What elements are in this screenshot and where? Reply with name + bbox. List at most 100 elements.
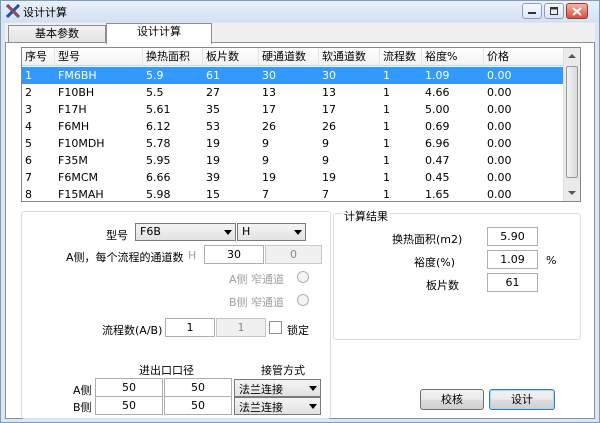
model-suffix-select[interactable]: H (237, 223, 306, 241)
col-passes[interactable]: 流程数 (380, 48, 422, 66)
table-cell: 27 (206, 86, 220, 99)
table-cell: 9 (322, 154, 329, 167)
a-side-label: A侧 (73, 384, 92, 397)
col-model[interactable]: 型号 (55, 48, 143, 66)
table-row[interactable]: 1 FM6BH 5.9 61 30 30 1 1.09 0.00 (22, 67, 564, 84)
results-table[interactable]: 序号 型号 换热面积 板片数 硬通道数 软通道数 流程数 裕度% 价格 1 FM6… (21, 47, 581, 202)
table-cell: F17H (58, 103, 87, 116)
area-value: 5.90 (500, 230, 525, 243)
margin-value: 1.09 (500, 253, 525, 266)
chevron-down-icon (309, 404, 317, 409)
table-row[interactable]: 2 F10BH 5.5 27 13 13 1 4.66 0.00 (22, 84, 564, 101)
table-cell: 1 (383, 86, 390, 99)
table-cell: 9 (262, 137, 269, 150)
table-cell: 53 (206, 120, 220, 133)
model-suffix-value: H (242, 225, 251, 238)
port-size-label: 进出口口径 (139, 364, 194, 377)
scroll-up-button[interactable] (564, 48, 580, 65)
table-cell: 0.00 (487, 137, 512, 150)
params-group: 型号 F6B H A侧，每个流程的通道数 H 30 0 A侧 窄通道 B侧 窄通… (21, 211, 331, 419)
scroll-thumb[interactable] (566, 66, 578, 178)
table-cell: 4 (25, 120, 32, 133)
b-inlet-value: 50 (122, 399, 136, 412)
table-cell: 1 (25, 69, 32, 82)
channels-input-secondary-value: 0 (290, 248, 297, 261)
b-inlet-input[interactable]: 50 (95, 396, 163, 415)
table-row[interactable]: 7 F6MCM 6.66 39 19 19 1 0.45 0.00 (22, 169, 564, 186)
table-row[interactable]: 5 F10MDH 5.78 19 9 9 1 6.96 0.00 (22, 135, 564, 152)
minimize-button[interactable] (522, 3, 542, 19)
table-cell: 3 (25, 103, 32, 116)
passes-b-value: 1 (237, 321, 245, 334)
scroll-down-button[interactable] (564, 184, 580, 201)
table-cell: 1.65 (425, 188, 450, 201)
table-cell: 1 (383, 188, 390, 201)
channels-input[interactable]: 30 (204, 245, 264, 264)
table-cell: 5.00 (425, 103, 450, 116)
lock-label: 锁定 (287, 324, 309, 337)
table-cell: 15 (206, 188, 220, 201)
margin-output: 1.09 (487, 250, 538, 269)
table-cell: 1 (383, 137, 390, 150)
close-button[interactable] (566, 3, 588, 19)
pipe-connection-label: 接管方式 (261, 364, 305, 377)
table-cell: 17 (262, 103, 276, 116)
table-cell: 5.95 (146, 154, 171, 167)
table-cell: 0.00 (487, 120, 512, 133)
b-side-label: B侧 (73, 401, 92, 414)
tab-basic-params[interactable]: 基本参数 (8, 25, 106, 43)
close-icon (572, 7, 582, 16)
margin-label: 裕度(%) (414, 256, 456, 269)
passes-label: 流程数(A/B) (102, 324, 163, 337)
tab-design-calc[interactable]: 设计计算 (106, 23, 212, 44)
col-plates[interactable]: 板片数 (203, 48, 259, 66)
table-cell: 1 (383, 171, 390, 184)
table-cell: 19 (206, 154, 220, 167)
channels-input-secondary: 0 (265, 245, 322, 264)
table-row[interactable]: 6 F35M 5.95 19 9 9 1 0.47 0.00 (22, 152, 564, 169)
table-cell: 0.00 (487, 69, 512, 82)
b-side-narrow-label: B侧 窄通道 (229, 296, 285, 309)
table-row[interactable]: 3 F17H 5.61 35 17 17 1 5.00 0.00 (22, 101, 564, 118)
app-window: 设计计算 基本参数 设计计算 序号 型号 换热面积 板片数 硬通道数 软通道数 … (0, 0, 600, 423)
passes-a-value: 1 (186, 321, 194, 334)
table-cell: 1 (383, 103, 390, 116)
col-area[interactable]: 换热面积 (143, 48, 203, 66)
table-cell: 0.00 (487, 154, 512, 167)
table-cell: F15MAH (58, 188, 104, 201)
col-soft-channels[interactable]: 软通道数 (319, 48, 380, 66)
table-cell: F10MDH (58, 137, 105, 150)
col-hard-channels[interactable]: 硬通道数 (259, 48, 319, 66)
design-button[interactable]: 设计 (489, 389, 555, 410)
table-cell: 8 (25, 188, 32, 201)
table-cell: 0.00 (487, 171, 512, 184)
app-logo-icon (5, 3, 21, 19)
col-margin[interactable]: 裕度% (422, 48, 484, 66)
plates-output: 61 (487, 273, 538, 292)
channels-input-value: 30 (227, 248, 241, 261)
table-cell: 26 (322, 120, 336, 133)
chevron-down-icon (309, 386, 317, 391)
lock-checkbox[interactable] (269, 321, 282, 334)
table-cell: 1 (383, 120, 390, 133)
col-price[interactable]: 价格 (484, 48, 564, 66)
table-cell: 30 (262, 69, 276, 82)
table-scrollbar[interactable] (563, 48, 580, 201)
b-connection-value: 法兰连接 (239, 401, 283, 414)
b-connection-select[interactable]: 法兰连接 (234, 397, 321, 415)
passes-a-input[interactable]: 1 (165, 318, 215, 337)
b-outlet-input[interactable]: 50 (164, 396, 232, 415)
margin-unit: % (546, 254, 557, 267)
title-bar[interactable]: 设计计算 (1, 1, 599, 22)
table-cell: 4.66 (425, 86, 450, 99)
table-row[interactable]: 8 F15MAH 5.98 15 7 7 1 1.65 0.00 (22, 186, 564, 201)
table-row[interactable]: 4 F6MH 6.12 53 26 26 1 0.69 0.00 (22, 118, 564, 135)
maximize-button[interactable] (544, 3, 564, 19)
a-inlet-input[interactable]: 50 (95, 378, 163, 397)
a-connection-select[interactable]: 法兰连接 (234, 379, 321, 397)
model-select[interactable]: F6B (135, 223, 236, 241)
check-button[interactable]: 校核 (420, 389, 484, 410)
table-cell: 35 (206, 103, 220, 116)
col-index[interactable]: 序号 (22, 48, 55, 66)
a-outlet-input[interactable]: 50 (164, 378, 232, 397)
